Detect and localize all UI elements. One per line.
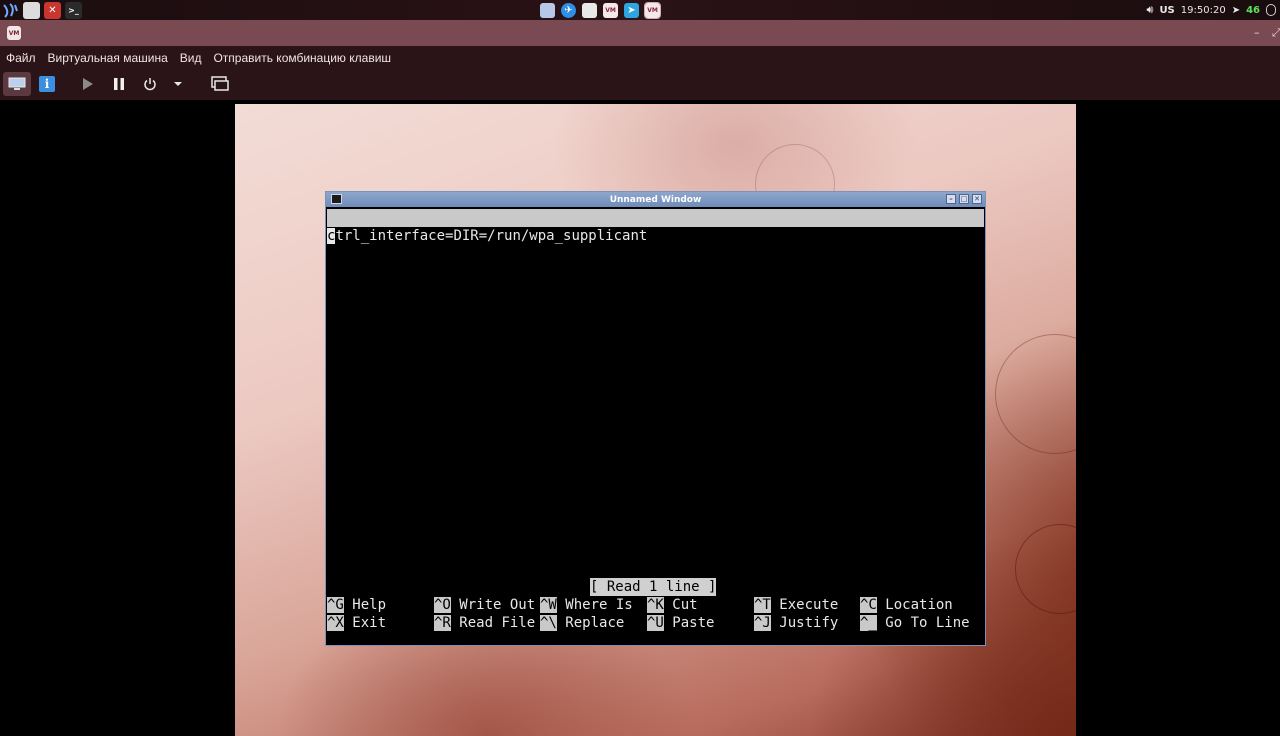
shortcut-key: ^O [434,597,451,613]
volume-icon[interactable]: 🔊︎ [1147,3,1154,17]
shortcut-go-to-line[interactable]: ^_ Go To Line [860,614,970,632]
shortcut-help[interactable]: ^G Help [327,596,386,614]
guest-minimize-button[interactable]: – [946,194,956,204]
details-button[interactable]: i [37,72,57,96]
shortcut-exit[interactable]: ^X Exit [327,614,386,632]
pause-icon [114,78,124,90]
monitor-icon [8,77,26,90]
terminal-icon[interactable]: >_ [65,1,82,19]
shortcut-justify[interactable]: ^J Justify [754,614,838,632]
shortcut-key: ^U [647,615,664,631]
shortcut-execute[interactable]: ^T Execute [754,596,838,614]
shortcut-label: Execute [779,597,839,613]
keyboard-layout[interactable]: US [1159,5,1174,16]
shortcut-key: ^G [327,597,344,613]
menu-view[interactable]: Вид [180,51,202,65]
shortcut-label: Cut [672,597,698,613]
shortcut-where-is[interactable]: ^W Where Is [540,596,633,614]
browser-task-icon[interactable]: ✈ [561,2,576,18]
shortcut-label: Location [885,597,953,613]
shortcut-read-file[interactable]: ^R Read File [434,614,535,632]
power-icon [144,78,156,91]
file-line-1[interactable]: ctrl_interface=DIR=/run/wpa_supplicant [327,227,647,245]
shortcut-label: Help [352,597,387,613]
shortcut-label: Justify [779,615,839,631]
menu-virtual-machine[interactable]: Виртуальная машина [48,51,168,65]
shortcut-key: ^C [860,597,877,613]
terminal-window-icon [331,194,342,204]
shortcut-key: ^J [754,615,771,631]
shutdown-button[interactable] [140,72,160,96]
files-task-icon[interactable] [582,2,597,18]
app-menu-icon[interactable] [2,2,19,19]
telegram-tray-icon[interactable]: ➤ [1232,5,1240,16]
shortcut-label: Paste [672,615,715,631]
restore-icon[interactable]: ⤢ [1272,26,1280,40]
host-top-panel: ✕ >_ ✈ VM ➤ VM 🔊︎ US 19:50:20 ➤ 46 [0,0,1280,20]
shortcut-key: ^\ [540,615,557,631]
shortcut-key: ^W [540,597,557,613]
virt-manager-icon: VM [7,26,21,40]
shortcut-label: Exit [352,615,387,631]
run-button[interactable] [78,72,98,96]
play-icon [83,78,93,90]
telegram-task-icon[interactable]: ➤ [624,2,639,18]
toolbar [0,70,1280,100]
shortcut-key: ^_ [860,615,877,631]
menu-file[interactable]: Файл [6,51,36,65]
shortcut-label: Replace [565,615,625,631]
shutdown-menu-button[interactable] [170,72,186,96]
shortcut-paste[interactable]: ^U Paste [647,614,714,632]
wallpaper-swirl [1015,524,1076,614]
shortcut-key: ^R [434,615,451,631]
file-line-text: trl_interface=DIR=/run/wpa_supplicant [335,228,648,244]
shortcut-cut[interactable]: ^K Cut [647,596,698,614]
codeweavers-icon[interactable]: ✕ [44,1,61,19]
taskbar-icons: ✈ VM ➤ VM [540,0,661,20]
file-manager-icon[interactable] [23,1,40,19]
info-icon: i [39,76,55,92]
shortcut-write-out[interactable]: ^O Write Out [434,596,535,614]
shortcut-key: ^X [327,615,344,631]
shortcut-label: Read File [459,615,536,631]
guest-close-button[interactable]: ✕ [972,194,982,204]
nano-header-bar: GNU nano 5.2 /etc/wpa_supplicant.conf [327,209,984,262]
fullscreen-button[interactable] [208,72,232,96]
wallpaper-swirl [995,334,1076,454]
menu-send-key[interactable]: Отправить комбинацию клавиш [213,51,391,65]
power-tray-icon[interactable] [1266,4,1276,16]
guest-maximize-button[interactable]: □ [959,194,969,204]
virt-manager-task-icon-active[interactable]: VM [644,1,661,19]
shortcut-label: Write Out [459,597,536,613]
shortcut-label: Where Is [565,597,633,613]
shortcut-location[interactable]: ^C Location [860,596,953,614]
shortcut-key: ^K [647,597,664,613]
battery-level[interactable]: 46 [1246,5,1260,16]
nano-status-message: [ Read 1 line ] [590,578,717,596]
fullscreen-icon [211,76,229,91]
guest-window-titlebar[interactable]: Unnamed Window – □ ✕ [326,192,985,207]
guest-window-title: Unnamed Window [609,194,702,205]
virt-manager-task-icon[interactable]: VM [603,2,618,18]
app-titlebar: VM – ⤢ [0,20,1280,46]
guest-terminal-window[interactable]: Unnamed Window – □ ✕ GNU nano 5.2 /etc/w… [325,191,986,646]
clock[interactable]: 19:50:20 [1181,5,1226,16]
nano-filename: /etc/wpa_supplicant.conf [574,246,777,262]
window-task-icon[interactable] [540,2,555,18]
shortcut-key: ^T [754,597,771,613]
pause-button[interactable] [109,72,129,96]
minimize-icon[interactable]: – [1254,26,1260,39]
console-view-button[interactable] [3,72,31,96]
system-tray: 🔊︎ US 19:50:20 ➤ 46 [1147,0,1280,20]
launcher-area: ✕ >_ [0,0,82,20]
terminal-screen[interactable]: GNU nano 5.2 /etc/wpa_supplicant.conf ct… [327,208,984,645]
menubar: Файл Виртуальная машина Вид Отправить ко… [0,46,1280,70]
shortcut-label: Go To Line [885,615,970,631]
chevron-down-icon [174,82,182,86]
shortcut-replace[interactable]: ^\ Replace [540,614,624,632]
